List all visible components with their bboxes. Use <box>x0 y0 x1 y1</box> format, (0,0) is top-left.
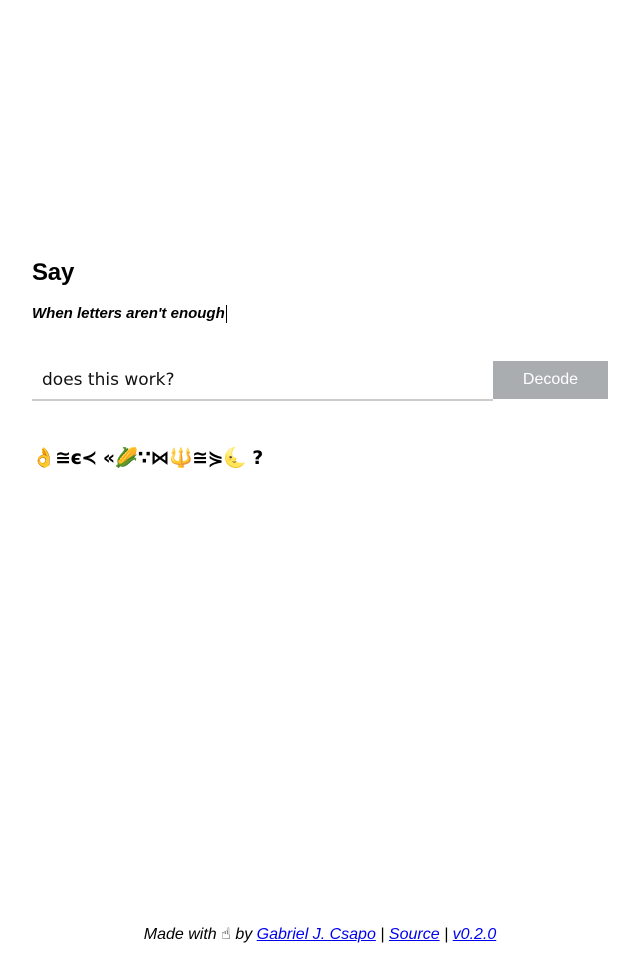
message-input[interactable] <box>32 361 493 401</box>
pointing-finger-icon: ☝ <box>221 926 231 943</box>
tagline: When letters aren't enough <box>32 304 227 324</box>
footer-made-with: Made with <box>143 926 217 943</box>
decode-button[interactable]: Decode <box>493 361 608 399</box>
tagline-text: When letters aren't enough <box>32 305 225 322</box>
author-link[interactable]: Gabriel J. Csapo <box>257 926 376 943</box>
footer-separator: | <box>380 926 385 943</box>
text-caret <box>225 305 227 323</box>
version-link[interactable]: v0.2.0 <box>453 926 497 943</box>
footer: Made with ☝ by Gabriel J. Csapo | Source… <box>0 922 640 948</box>
app-title: Say <box>32 259 75 286</box>
encoded-output: 👌≅є≺ «🌽∵⋈🔱≅⋟🌜 ? <box>32 447 263 469</box>
decode-form: Decode <box>32 361 608 401</box>
footer-separator: | <box>444 926 449 943</box>
page: Say When letters aren't enough Decode 👌≅… <box>0 0 640 960</box>
source-link[interactable]: Source <box>389 926 440 943</box>
header: Say When letters aren't enough <box>32 256 227 324</box>
footer-by: by <box>235 926 253 943</box>
